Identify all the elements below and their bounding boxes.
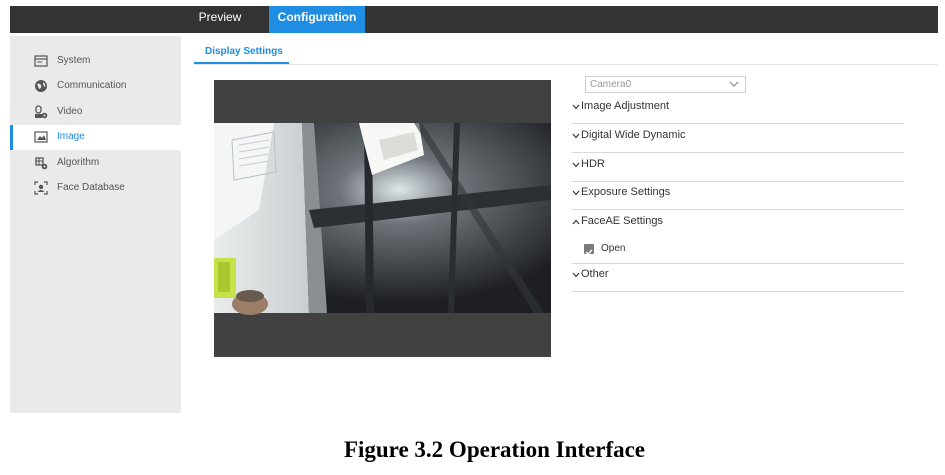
section-title: HDR [581,158,605,170]
sidebar-item-face-database[interactable]: Face Database [10,176,181,201]
open-checkbox[interactable] [584,244,594,256]
check-icon [585,249,593,256]
subtab-divider [194,64,938,65]
tab-configuration[interactable]: Configuration [269,6,365,33]
section-image-adjustment[interactable]: Image Adjustment [572,96,904,124]
chevron-up-icon [572,219,580,225]
chevron-down-icon [572,133,580,139]
sidebar-item-label: Communication [57,80,127,91]
chevron-down-icon [729,81,739,87]
image-icon [34,131,48,143]
sidebar-item-system[interactable]: System [10,49,181,74]
sidebar-item-label: Face Database [57,182,125,193]
video-preview[interactable] [214,80,551,357]
tab-preview[interactable]: Preview [188,6,252,33]
open-checkbox-label: Open [601,243,626,254]
globe-icon [35,80,47,92]
figure-caption: Figure 3.2 Operation Interface [343,437,646,462]
section-exposure-settings[interactable]: Exposure Settings [572,182,904,210]
section-title: Exposure Settings [581,186,671,198]
sidebar-item-algorithm[interactable]: Algorithm [10,151,181,176]
section-digital-wide-dynamic[interactable]: Digital Wide Dynamic [572,125,904,153]
camera-select[interactable]: Camera0 [585,76,746,93]
face-database-icon [34,181,48,195]
chevron-down-icon [572,104,580,110]
top-navigation-bar: Preview Configuration [10,6,938,33]
section-hdr[interactable]: HDR [572,154,904,182]
sidebar-item-label: Algorithm [57,157,100,168]
section-other[interactable]: Other [572,264,904,292]
chevron-down-icon [572,162,580,168]
sidebar-item-label: Image [57,131,85,142]
section-title: FaceAE Settings [581,215,663,227]
chevron-down-icon [572,272,580,278]
sidebar-item-communication[interactable]: Communication [10,74,181,99]
section-title: Digital Wide Dynamic [581,129,686,141]
section-title: Other [581,268,609,280]
video-settings-icon [35,105,48,119]
tab-display-settings[interactable]: Display Settings [194,44,289,64]
section-title: Image Adjustment [581,100,670,112]
algorithm-icon [35,157,48,170]
sidebar-item-label: System [57,55,91,66]
section-faceae-settings[interactable]: FaceAE Settings [572,211,904,264]
chevron-down-icon [572,190,580,196]
sidebar-item-label: Video [57,106,83,117]
sidebar-item-image[interactable]: Image [10,125,181,150]
tab-display-settings-label: Display Settings [205,46,283,57]
camera-frame-image [214,123,551,315]
camera-select-value: Camera0 [590,79,632,90]
sidebar: System Communication Video Image Algorit… [10,36,181,413]
system-icon [34,55,48,67]
sidebar-item-video[interactable]: Video [10,100,181,125]
